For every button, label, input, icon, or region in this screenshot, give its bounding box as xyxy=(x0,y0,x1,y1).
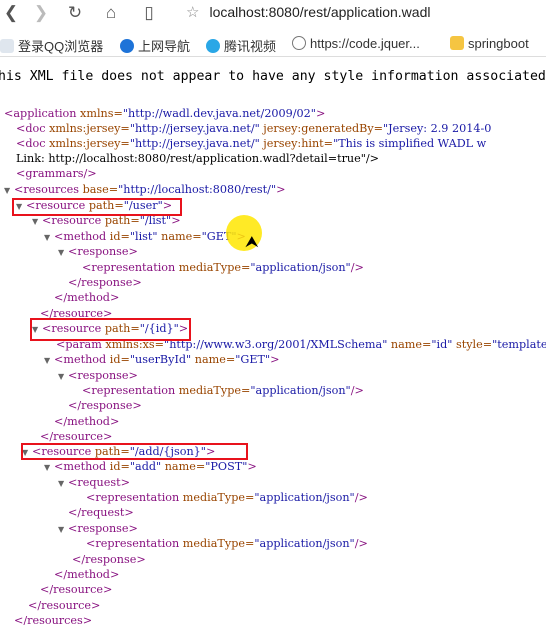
forward-icon[interactable]: ❯ xyxy=(30,2,52,24)
mouse-pointer-icon: ⮝ xyxy=(245,234,259,251)
home-icon[interactable]: ⌂ xyxy=(100,2,122,24)
xml-line-response[interactable]: ▼ <response> xyxy=(58,521,138,536)
user-icon xyxy=(0,39,14,53)
xml-line-request-close: </request> xyxy=(68,506,134,519)
xml-line-method-close: </method> xyxy=(54,291,120,304)
xml-line-application: <application xmlns="http://wadl.dev.java… xyxy=(4,107,326,120)
collapse-triangle-icon[interactable]: ▼ xyxy=(4,183,14,198)
xml-line-representation: <representation mediaType="application/j… xyxy=(86,491,368,504)
xml-line-representation: <representation mediaType="application/j… xyxy=(82,384,364,397)
star-icon[interactable]: ☆ xyxy=(186,4,199,21)
collapse-triangle-icon[interactable]: ▼ xyxy=(58,476,68,491)
bookmark-jquery[interactable]: https://code.jquer... xyxy=(292,36,420,51)
refresh-icon[interactable]: ↻ xyxy=(64,2,86,24)
xml-line-response[interactable]: ▼ <response> xyxy=(58,368,138,383)
e-icon xyxy=(120,39,134,53)
highlight-box-add xyxy=(21,443,248,460)
collapse-triangle-icon[interactable]: ▼ xyxy=(58,522,68,537)
xml-line-doc-link: Link: http://localhost:8080/rest/applica… xyxy=(16,152,380,165)
globe-icon xyxy=(292,36,306,50)
bookmark-video[interactable]: 腾讯视频 xyxy=(206,36,276,55)
xml-line-resources[interactable]: ▼ <resources base="http://localhost:8080/… xyxy=(4,182,285,197)
xml-line-representation: <representation mediaType="application/j… xyxy=(82,261,364,274)
xml-line-response-close: </response> xyxy=(72,553,146,566)
collapse-triangle-icon[interactable]: ▼ xyxy=(44,353,54,368)
reader-icon[interactable]: ▯ xyxy=(138,2,160,24)
xml-line-method-userbyid[interactable]: ▼ <method id="userById" name="GET"> xyxy=(44,352,280,367)
url-text: localhost:8080/rest/application.wadl xyxy=(209,4,431,20)
folder-icon xyxy=(450,36,464,50)
xml-line-response-close: </response> xyxy=(68,276,142,289)
collapse-triangle-icon[interactable]: ▼ xyxy=(58,369,68,384)
collapse-triangle-icon[interactable]: ▼ xyxy=(32,214,42,229)
xml-line-method-add[interactable]: ▼ <method id="add" name="POST"> xyxy=(44,459,257,474)
highlight-box-user xyxy=(12,198,182,216)
xml-line-doc-2: <doc xmlns:jersey="http://jersey.java.ne… xyxy=(16,137,487,150)
xml-line-response-close: </response> xyxy=(68,399,142,412)
xml-line-method-close: </method> xyxy=(54,568,120,581)
collapse-triangle-icon[interactable]: ▼ xyxy=(58,245,68,260)
xml-line-resource-close: </resource> xyxy=(28,599,101,612)
address-bar[interactable]: ☆ localhost:8080/rest/application.wadl xyxy=(186,3,430,21)
xml-info-message: his XML file does not appear to have any… xyxy=(0,69,546,84)
xml-line-resource-close: </resource> xyxy=(40,583,113,596)
bookmarks-bar: 登录QQ浏览器 上网导航 腾讯视频 https://code.jquer... … xyxy=(0,32,546,57)
xml-line-response[interactable]: ▼ <response> xyxy=(58,244,138,259)
bookmark-springboot[interactable]: springboot xyxy=(450,36,529,51)
bookmark-qq-login[interactable]: 登录QQ浏览器 xyxy=(0,36,103,55)
xml-line-doc-1: <doc xmlns:jersey="http://jersey.java.ne… xyxy=(16,122,492,135)
xml-line-method-close: </method> xyxy=(54,415,120,428)
bookmark-nav[interactable]: 上网导航 xyxy=(120,36,190,55)
xml-line-request[interactable]: ▼ <request> xyxy=(58,475,130,490)
collapse-triangle-icon[interactable]: ▼ xyxy=(44,460,54,475)
xml-tree: <application xmlns="http://wadl.dev.java… xyxy=(0,104,546,625)
collapse-triangle-icon[interactable]: ▼ xyxy=(44,230,54,245)
xml-line-representation: <representation mediaType="application/j… xyxy=(86,537,368,550)
xml-info-bar: his XML file does not appear to have any… xyxy=(0,64,546,92)
play-icon xyxy=(206,39,220,53)
xml-line-resource-close: </resource> xyxy=(40,430,113,443)
highlight-box-id xyxy=(30,318,191,341)
xml-line-method-list[interactable]: ▼<method id="list" name="GET"> xyxy=(44,229,246,244)
xml-line-grammars: <grammars/> xyxy=(16,167,97,180)
xml-line-resources-close: </resources> xyxy=(14,614,93,625)
browser-toolbar: ❮ ❯ ↻ ⌂ ▯ ☆ localhost:8080/rest/applicati… xyxy=(0,0,546,26)
back-icon[interactable]: ❮ xyxy=(0,2,22,24)
